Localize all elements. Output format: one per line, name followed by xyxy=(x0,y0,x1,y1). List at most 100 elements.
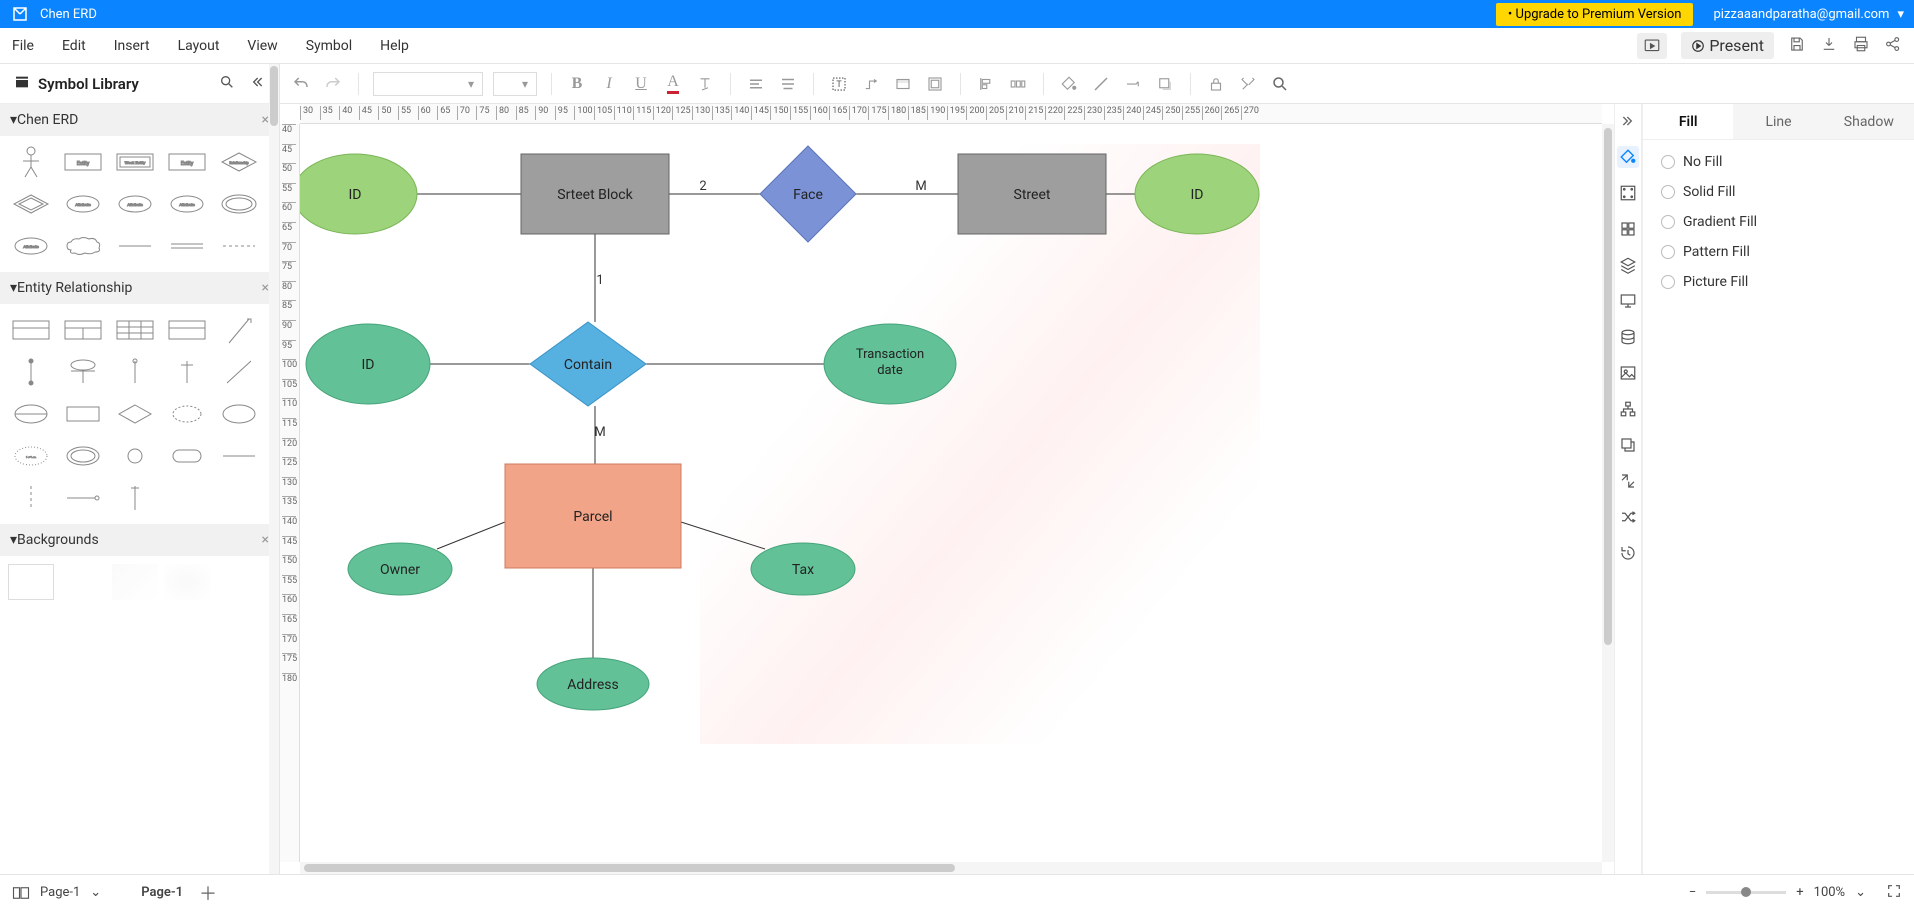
shape-ellipse[interactable] xyxy=(216,396,262,432)
menu-help[interactable]: Help xyxy=(380,38,409,54)
fullscreen-icon[interactable] xyxy=(1886,883,1902,903)
menu-file[interactable]: File xyxy=(12,38,34,54)
page-tab[interactable]: Page-1 xyxy=(141,885,183,900)
italic-icon[interactable]: I xyxy=(598,73,620,95)
shape-rounded[interactable] xyxy=(164,438,210,474)
expand-icon[interactable] xyxy=(1617,110,1639,132)
canvas-scrollbar-horizontal[interactable] xyxy=(300,862,1602,874)
bg-thumb-2[interactable] xyxy=(60,564,106,600)
connector-icon[interactable] xyxy=(860,73,882,95)
undo-icon[interactable] xyxy=(290,73,312,95)
lock-icon[interactable] xyxy=(1205,73,1227,95)
slideshow-button[interactable] xyxy=(1637,33,1667,59)
zoom-out-button[interactable]: − xyxy=(1689,885,1696,900)
fill-option-picture[interactable]: Picture Fill xyxy=(1661,274,1896,290)
close-icon[interactable]: × xyxy=(262,112,269,128)
layers-panel-icon[interactable] xyxy=(1617,254,1639,276)
page-select[interactable]: Page-1 ⌄ xyxy=(12,885,101,900)
shape-diamond[interactable] xyxy=(112,396,158,432)
shape-circle[interactable] xyxy=(112,438,158,474)
shape-crows-foot[interactable] xyxy=(60,354,106,390)
search-icon[interactable] xyxy=(219,74,235,94)
align-h-icon[interactable] xyxy=(745,73,767,95)
align-v-icon[interactable] xyxy=(777,73,799,95)
present-button[interactable]: Present xyxy=(1681,32,1774,59)
fill-option-gradient[interactable]: Gradient Fill xyxy=(1661,214,1896,230)
bold-icon[interactable]: B xyxy=(566,73,588,95)
font-color-icon[interactable]: A xyxy=(662,73,684,95)
shape-weak-relationship[interactable] xyxy=(8,186,54,222)
shape-ellipse-half[interactable] xyxy=(8,396,54,432)
shape-conn-dot[interactable] xyxy=(60,480,106,516)
align-objects-icon[interactable] xyxy=(975,73,997,95)
present-panel-icon[interactable] xyxy=(1617,290,1639,312)
close-icon[interactable]: × xyxy=(262,532,269,548)
menu-symbol[interactable]: Symbol xyxy=(306,38,352,54)
shape-conn-arrow[interactable] xyxy=(216,312,262,348)
zoom-slider[interactable] xyxy=(1706,891,1786,894)
tab-fill[interactable]: Fill xyxy=(1643,104,1733,139)
shape-line-dash[interactable] xyxy=(216,228,262,264)
fill-option-solid[interactable]: Solid Fill xyxy=(1661,184,1896,200)
shape-attribute3[interactable]: Attribute xyxy=(164,186,210,222)
collapse-icon[interactable] xyxy=(249,74,265,94)
shape-table1[interactable] xyxy=(8,312,54,348)
shape-attribute4[interactable]: Attribute xyxy=(8,228,54,264)
share-icon[interactable] xyxy=(1884,35,1902,57)
shape-line1[interactable] xyxy=(112,228,158,264)
shape-hline[interactable] xyxy=(216,438,262,474)
grid-panel-icon[interactable] xyxy=(1617,218,1639,240)
shape-conn-diag[interactable] xyxy=(216,354,262,390)
image-panel-icon[interactable] xyxy=(1617,362,1639,384)
distribute-icon[interactable] xyxy=(1007,73,1029,95)
zoom-in-button[interactable]: + xyxy=(1796,885,1803,900)
shape-weak[interactable] xyxy=(164,396,210,432)
tools-icon[interactable] xyxy=(1237,73,1259,95)
shape-many[interactable] xyxy=(164,354,210,390)
sidebar-scrollbar[interactable] xyxy=(269,64,279,874)
fill-panel-icon[interactable] xyxy=(1617,146,1639,168)
shape-weak-entity[interactable]: Weak Entity xyxy=(112,144,158,180)
shape-attribute2[interactable]: Attribute xyxy=(112,186,158,222)
canvas[interactable]: 2M1MSrteet BlockStreetParcelFaceContainI… xyxy=(300,124,1602,862)
shape-line2[interactable] xyxy=(164,228,210,264)
bg-thumb-4[interactable] xyxy=(164,564,210,600)
bg-thumb-3[interactable] xyxy=(112,564,158,600)
add-page-button[interactable]: ＋ xyxy=(199,880,217,906)
shape-table2[interactable] xyxy=(60,312,106,348)
data-panel-icon[interactable] xyxy=(1617,326,1639,348)
shape-vdash[interactable] xyxy=(8,480,54,516)
shape-attribute[interactable]: Attribute xyxy=(60,186,106,222)
shape-derived[interactable]: Derived xyxy=(8,438,54,474)
download-icon[interactable] xyxy=(1820,35,1838,57)
shape-entity2[interactable]: Entity xyxy=(164,144,210,180)
shape-multi-attribute[interactable] xyxy=(216,186,262,222)
bg-thumb-1[interactable] xyxy=(8,564,54,600)
user-menu[interactable]: pizzaaandparatha@gmail.com ▾ xyxy=(1713,7,1904,22)
position-panel-icon[interactable] xyxy=(1617,470,1639,492)
shape-table3[interactable] xyxy=(112,312,158,348)
bg-thumb-5[interactable] xyxy=(216,564,262,600)
category-chen-erd[interactable]: ▾ Chen ERD × xyxy=(0,104,279,136)
text-tool-icon[interactable]: T xyxy=(828,73,850,95)
shape-cloud[interactable] xyxy=(60,228,106,264)
insert-icon[interactable] xyxy=(924,73,946,95)
canvas-scrollbar-vertical[interactable] xyxy=(1602,124,1614,862)
upgrade-button[interactable]: • Upgrade to Premium Version xyxy=(1496,3,1694,26)
close-icon[interactable]: × xyxy=(262,280,269,296)
shape-vert-line[interactable] xyxy=(8,354,54,390)
clear-format-icon[interactable] xyxy=(694,73,716,95)
redo-icon[interactable] xyxy=(322,73,344,95)
font-size-combo[interactable]: ▾ xyxy=(493,72,537,96)
shape-one[interactable] xyxy=(112,354,158,390)
category-backgrounds[interactable]: ▾ Backgrounds × xyxy=(0,524,279,556)
shape-entity[interactable]: Entity xyxy=(60,144,106,180)
shuffle-panel-icon[interactable] xyxy=(1617,506,1639,528)
line-style-icon[interactable] xyxy=(1122,73,1144,95)
print-icon[interactable] xyxy=(1852,35,1870,57)
font-family-combo[interactable]: ▾ xyxy=(373,72,483,96)
tab-shadow[interactable]: Shadow xyxy=(1824,104,1914,139)
menu-layout[interactable]: Layout xyxy=(178,38,220,54)
shape-relationship[interactable]: Relationship xyxy=(216,144,262,180)
shape-table4[interactable] xyxy=(164,312,210,348)
